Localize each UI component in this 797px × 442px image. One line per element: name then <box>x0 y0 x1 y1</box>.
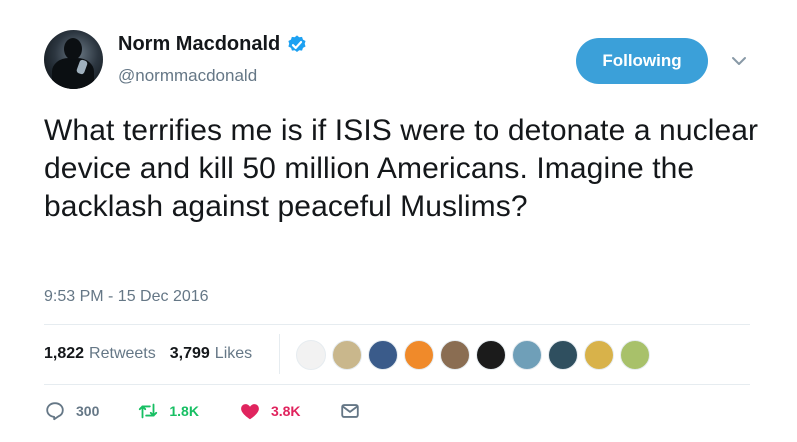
liker-avatar[interactable] <box>512 340 542 370</box>
reply-icon <box>46 402 64 421</box>
verified-badge-icon <box>288 34 306 52</box>
liker-avatar[interactable] <box>548 340 578 370</box>
author-name-row[interactable]: Norm Macdonald <box>118 33 308 56</box>
envelope-icon <box>340 404 359 418</box>
divider <box>44 324 750 325</box>
retweets-count: 1,822 <box>44 345 85 362</box>
author-display-name[interactable]: Norm Macdonald <box>118 33 280 56</box>
tweet-actions: 300 1.8K 3.8K <box>44 400 361 422</box>
retweets-label: Retweets <box>89 345 156 362</box>
divider <box>44 384 750 385</box>
likes-label: Likes <box>214 345 253 362</box>
following-button[interactable]: Following <box>576 38 708 84</box>
liker-avatar[interactable] <box>404 340 434 370</box>
like-count: 3.8K <box>270 403 301 419</box>
author-avatar[interactable] <box>44 30 103 89</box>
likes-count: 3,799 <box>169 345 210 362</box>
retweet-icon <box>139 403 158 419</box>
retweet-button[interactable]: 1.8K <box>137 400 199 422</box>
likes-stat[interactable]: 3,799 Likes <box>170 345 252 363</box>
tweet-card: Norm Macdonald @normmacdonald Following … <box>0 0 797 442</box>
reply-count: 300 <box>76 403 100 419</box>
liker-avatar[interactable] <box>368 340 398 370</box>
heart-icon <box>241 404 259 420</box>
reply-button[interactable]: 300 <box>44 400 99 422</box>
liker-avatar[interactable] <box>584 340 614 370</box>
liker-avatar[interactable] <box>332 340 362 370</box>
direct-message-button[interactable] <box>339 400 361 422</box>
stats-separator <box>279 334 280 374</box>
tweet-timestamp[interactable]: 9:53 PM - 15 Dec 2016 <box>44 288 209 306</box>
retweet-count: 1.8K <box>169 403 199 419</box>
like-button[interactable]: 3.8K <box>239 400 301 422</box>
liker-avatar[interactable] <box>620 340 650 370</box>
retweets-stat[interactable]: 1,822 Retweets <box>44 345 156 363</box>
liker-avatar[interactable] <box>296 340 326 370</box>
liker-avatars <box>296 340 656 370</box>
author-handle[interactable]: @normmacdonald <box>118 66 257 86</box>
liker-avatar[interactable] <box>440 340 470 370</box>
tweet-stats: 1,822 Retweets 3,799 Likes <box>44 345 266 363</box>
chevron-down-icon[interactable] <box>730 54 748 68</box>
tweet-text: What terrifies me is if ISIS were to det… <box>44 114 759 223</box>
liker-avatar[interactable] <box>476 340 506 370</box>
